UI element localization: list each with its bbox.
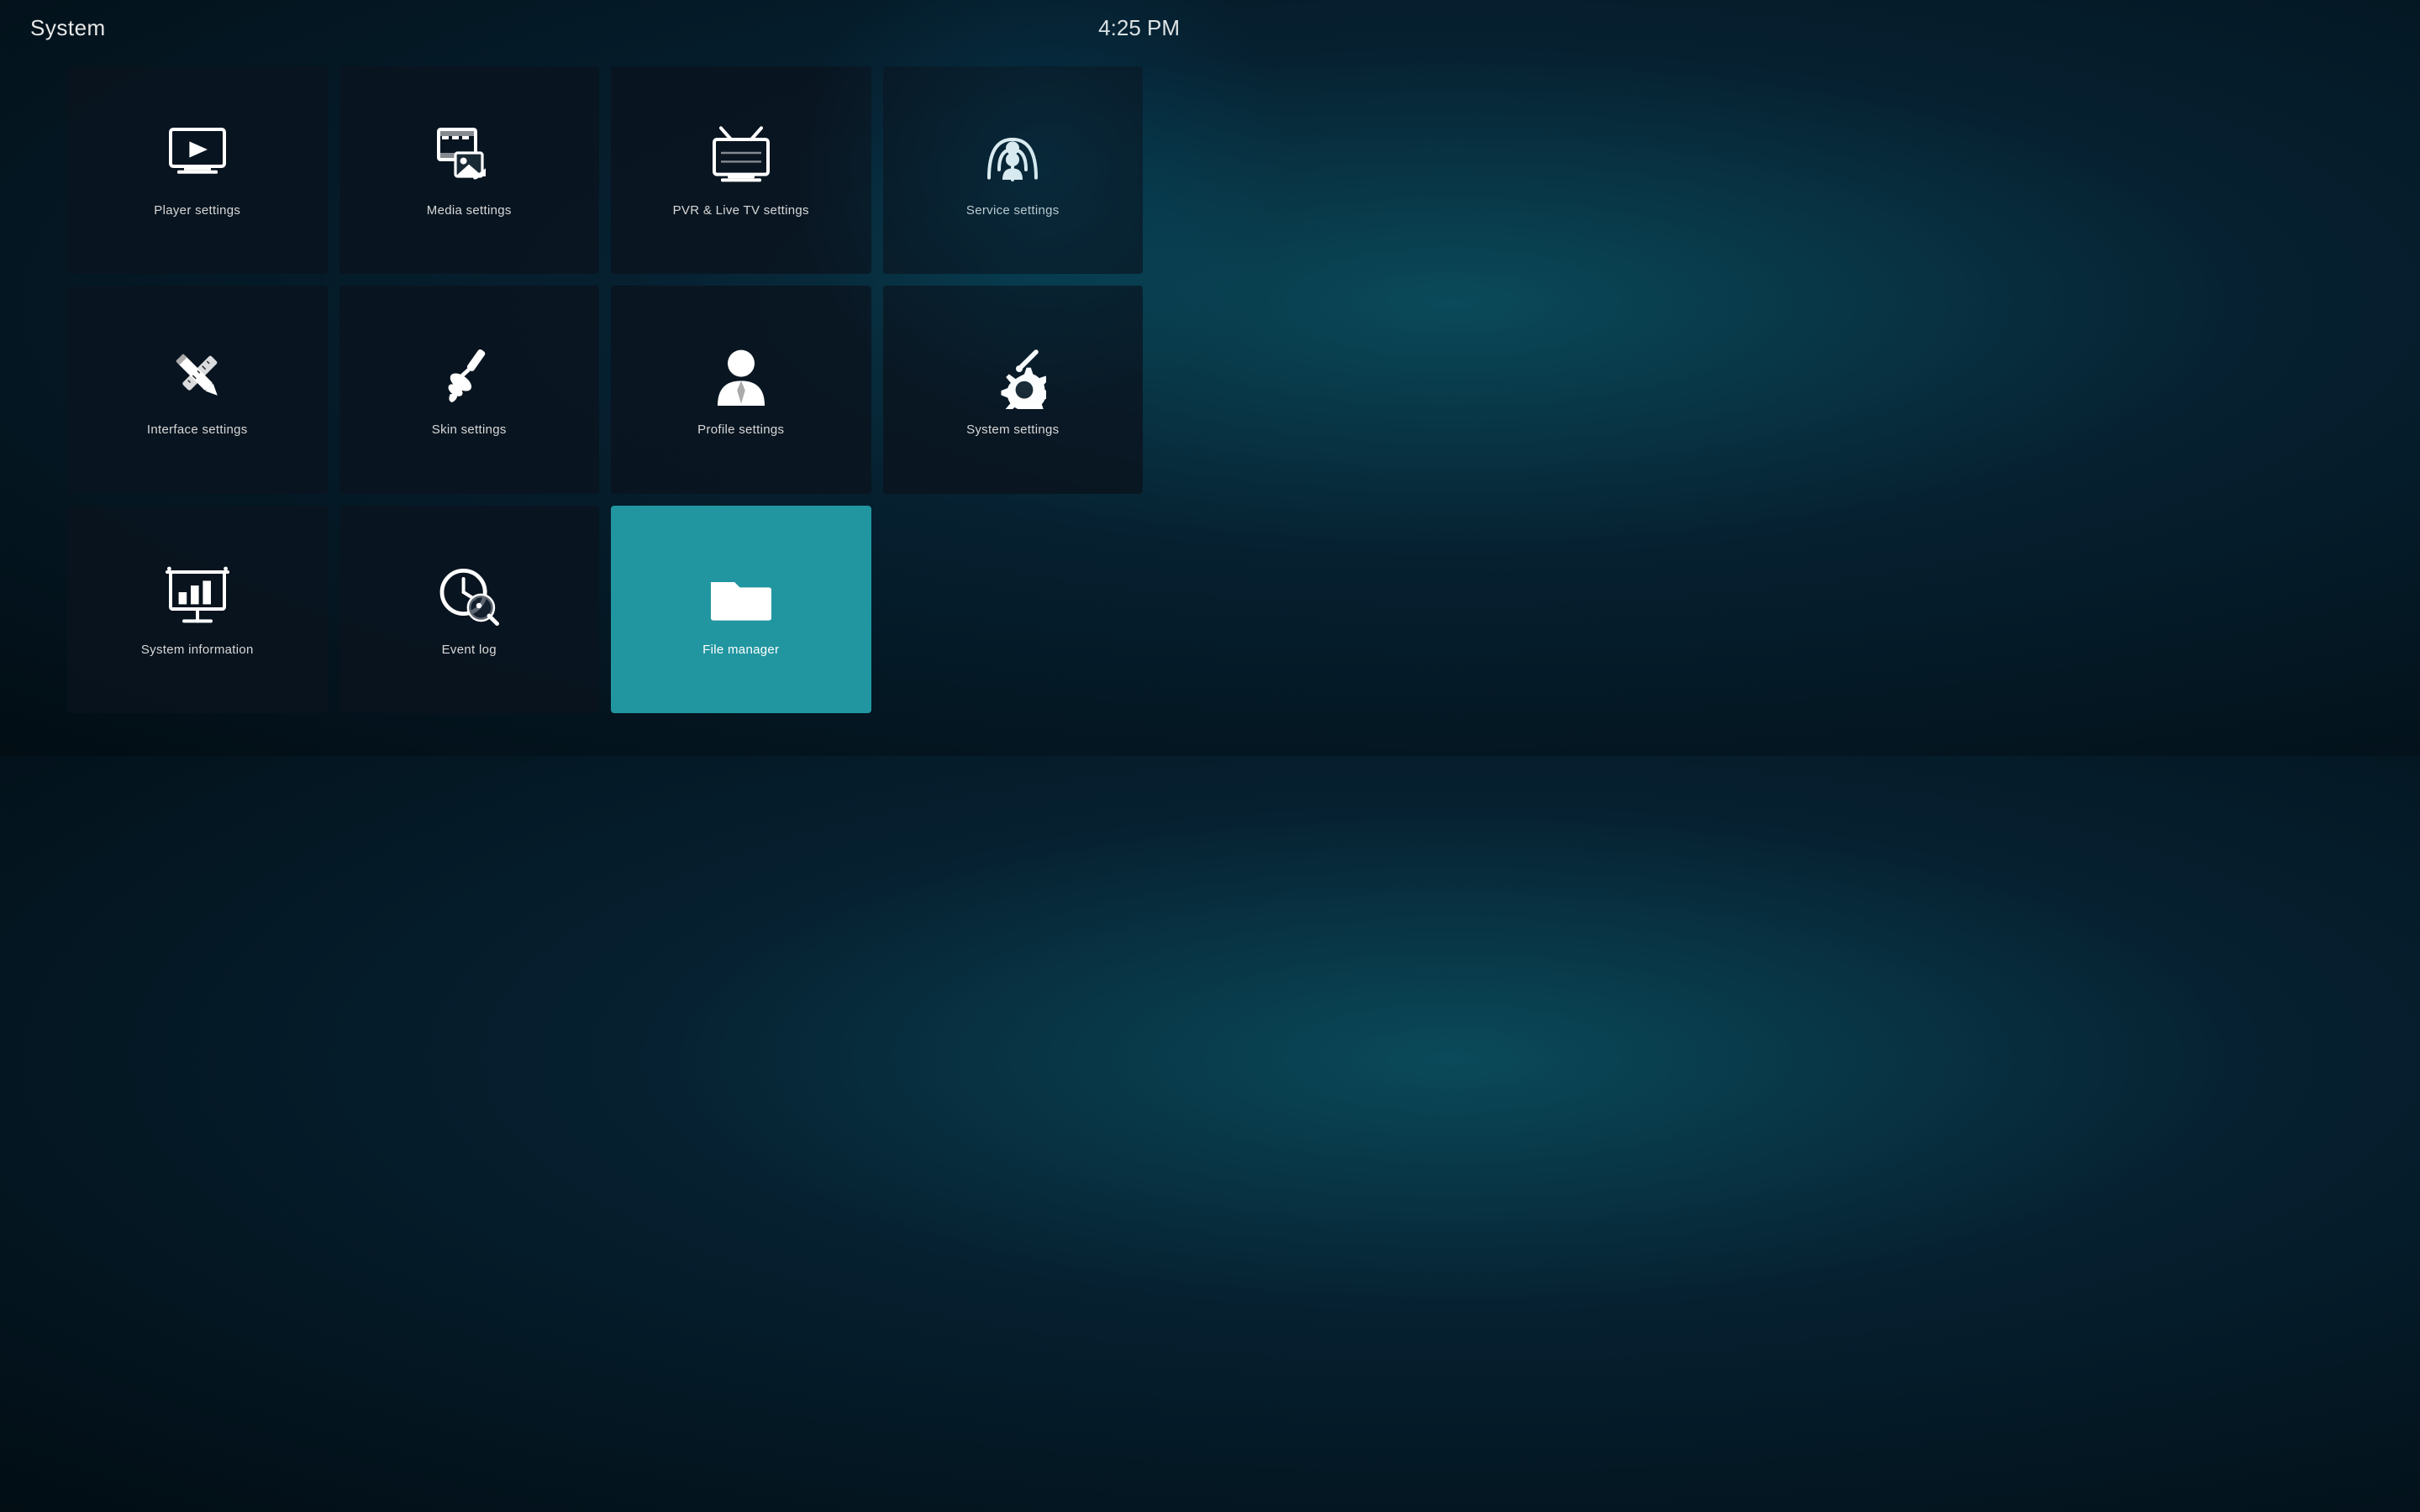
pvr-settings-label: PVR & Live TV settings [673, 203, 809, 218]
skin-settings-label: Skin settings [432, 423, 507, 437]
header: System 4:25 PM [0, 0, 1210, 41]
event-log-label: Event log [442, 643, 497, 657]
profile-settings-tile[interactable]: Profile settings [611, 286, 871, 493]
file-manager-tile[interactable]: File manager [611, 506, 871, 713]
player-settings-label: Player settings [154, 203, 240, 218]
player-settings-tile[interactable]: Player settings [67, 66, 328, 274]
event-log-icon [435, 562, 502, 629]
media-icon: ♪ [435, 123, 502, 190]
settings-grid: Player settings ♪ Media settings [0, 41, 1210, 738]
pvr-settings-tile[interactable]: PVR & Live TV settings [611, 66, 871, 274]
system-info-icon [164, 562, 231, 629]
event-log-tile[interactable]: Event log [339, 506, 600, 713]
system-settings-label: System settings [966, 423, 1059, 437]
player-icon [164, 123, 231, 190]
file-manager-label: File manager [702, 643, 779, 657]
service-settings-label: Service settings [966, 203, 1060, 218]
media-settings-tile[interactable]: ♪ Media settings [339, 66, 600, 274]
system-settings-icon [979, 342, 1046, 409]
system-information-tile[interactable]: System information [67, 506, 328, 713]
interface-settings-tile[interactable]: Interface settings [67, 286, 328, 493]
file-manager-icon [708, 562, 775, 629]
profile-icon [708, 342, 775, 409]
skin-settings-tile[interactable]: Skin settings [339, 286, 600, 493]
profile-settings-label: Profile settings [697, 423, 784, 437]
interface-icon [164, 342, 231, 409]
service-icon [979, 123, 1046, 190]
service-settings-tile[interactable]: Service settings [883, 66, 1144, 274]
system-settings-tile[interactable]: System settings [883, 286, 1144, 493]
interface-settings-label: Interface settings [147, 423, 248, 437]
pvr-icon [708, 123, 775, 190]
clock: 4:25 PM [1098, 15, 1180, 41]
system-info-label: System information [141, 643, 254, 657]
skin-icon [435, 342, 502, 409]
media-settings-label: Media settings [427, 203, 512, 218]
page-title: System [30, 15, 106, 41]
